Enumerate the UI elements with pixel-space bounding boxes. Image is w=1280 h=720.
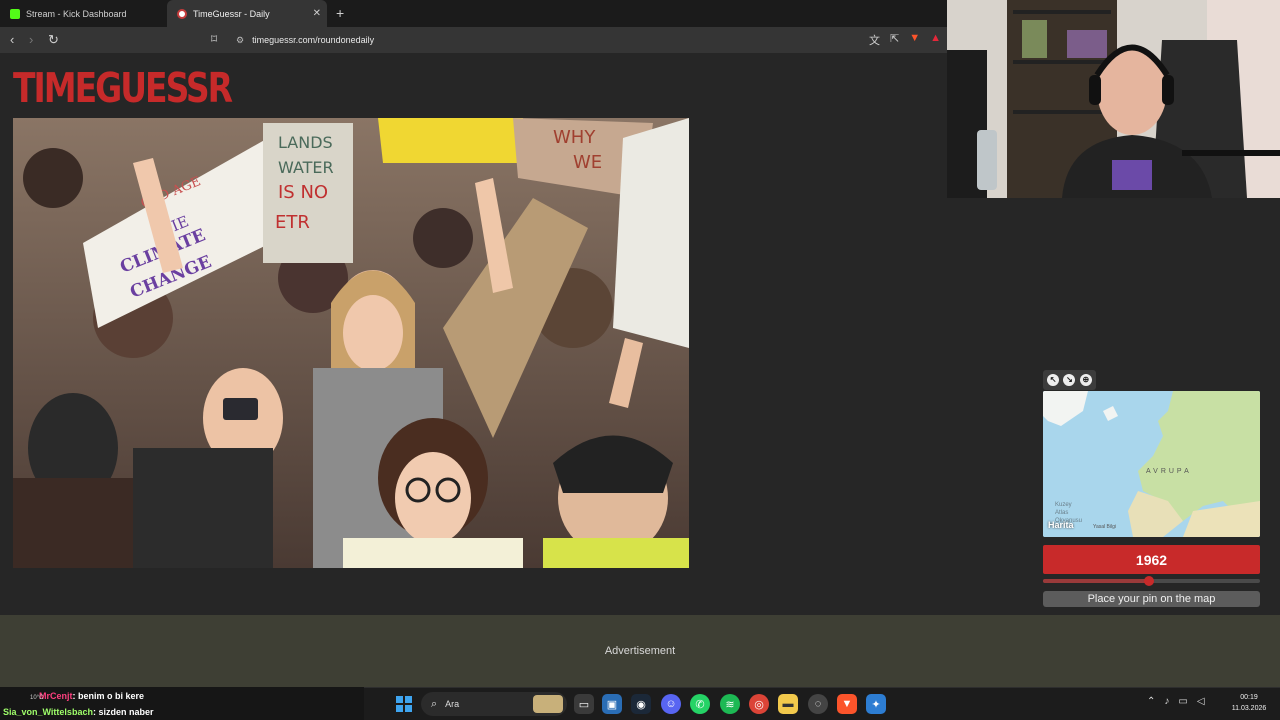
year-slider-fill [1043, 579, 1150, 583]
url-field[interactable]: ⚙ timeguessr.com/roundonedaily [230, 31, 930, 49]
year-slider[interactable] [1043, 576, 1260, 586]
obs-icon[interactable]: ◌ [808, 694, 828, 714]
map-brand-label: Harita [1048, 520, 1074, 530]
map-legal-link[interactable]: Yasal Bilgi [1093, 524, 1116, 530]
discord-icon[interactable]: ☺ [661, 694, 681, 714]
advertisement-label: Advertisement [604, 645, 676, 657]
address-bar: ‹ › ↻ ⌑ ⚙ timeguessr.com/roundonedaily 文… [0, 27, 947, 53]
map-toolbar: ↖ ↘ ⊕ [1043, 370, 1096, 390]
chat-username: Sia_von_Wittelsbach [3, 707, 93, 717]
back-icon[interactable]: ‹ [10, 32, 14, 47]
search-highlight-icon [533, 695, 563, 713]
file-explorer-icon[interactable]: ▬ [778, 694, 798, 714]
tab-label: TimeGuessr - Daily [193, 8, 270, 19]
protest-photo-illustration: OLD AGE DIE CLIMATE CHANGE LANDS WATER I… [13, 118, 689, 568]
clock-date: 11.03.2026 [1231, 705, 1267, 712]
round-photo: OLD AGE DIE CLIMATE CHANGE LANDS WATER I… [13, 118, 689, 568]
tab-kick-dashboard[interactable]: Stream - Kick Dashboard [0, 0, 167, 27]
taskbar-search-placeholder: Ara [445, 699, 460, 709]
brave-rewards-icon[interactable]: ▲ [930, 32, 941, 48]
whatsapp-icon[interactable]: ✆ [690, 694, 710, 714]
taskbar-search[interactable]: ⌕ Ara [421, 692, 567, 716]
sign-text-isno: IS NO [278, 182, 328, 203]
windows-start-icon[interactable] [396, 696, 412, 712]
chat-username: MrCenjt [39, 691, 73, 701]
translate-icon[interactable]: 文 [869, 32, 880, 48]
chevron-up-icon[interactable]: ⌃ [1147, 696, 1155, 707]
timeguessr-logo[interactable]: TIMEGUESSR [13, 63, 233, 112]
system-tray: ⌃ ♪ ▭ ◁ [1147, 696, 1205, 707]
chat-message: Sia_von_Wittelsbach : sizden naber [3, 704, 364, 720]
share-icon[interactable]: ⇱ [890, 32, 899, 48]
webcam-overlay [947, 0, 1280, 198]
display-icon[interactable]: ▭ [1178, 696, 1187, 707]
address-bar-actions: 文 ⇱ ▼ ▲ [869, 32, 941, 48]
shrink-map-icon[interactable]: ↘ [1063, 374, 1076, 386]
map-brand: Harita [1048, 520, 1074, 530]
year-display: 1962 [1043, 545, 1260, 574]
reload-icon[interactable]: ↻ [48, 32, 59, 48]
taskbar-clock[interactable]: 00:19 11.03.2026 [1224, 692, 1274, 714]
brave-shields-icon[interactable]: ▼ [909, 32, 920, 48]
sign-text-lands: LANDS [278, 133, 333, 152]
pin-map-icon[interactable]: ⊕ [1079, 374, 1092, 386]
stream-chat-overlay: MrCenjt : benim o bi kere Sia_von_Wittel… [0, 687, 364, 720]
place-pin-button[interactable]: Place your pin on the map [1043, 591, 1260, 607]
sign-text-water: WATER [278, 158, 334, 177]
chrome-icon[interactable]: ◎ [749, 694, 769, 714]
url-text: timeguessr.com/roundonedaily [252, 35, 375, 45]
page-content: TIMEGUESSR OLD AGE DIE CHANGE LANDS WATE… [0, 53, 947, 615]
forward-icon[interactable]: › [29, 32, 33, 47]
browser-tab-strip: Stream - Kick Dashboard TimeGuessr - Dai… [0, 0, 947, 27]
task-view-icon[interactable]: ▭ [574, 694, 594, 714]
weather-widget[interactable]: 10°C [30, 695, 43, 701]
app-icon[interactable]: ✦ [866, 694, 886, 714]
bookmark-icon[interactable]: ⌑ [211, 32, 217, 46]
store-icon[interactable]: ▣ [602, 694, 622, 714]
chat-text: : benim o bi kere [72, 691, 145, 701]
streamer-webcam-illustration [947, 0, 1280, 198]
clock-time: 00:19 [1240, 694, 1258, 701]
microphone-icon[interactable]: ♪ [1164, 696, 1169, 707]
steam-icon[interactable]: ◉ [631, 694, 651, 714]
timeguessr-icon [177, 8, 187, 19]
spotify-icon[interactable]: ≋ [720, 694, 740, 714]
site-info-icon[interactable]: ⚙ [236, 35, 244, 46]
brave-icon[interactable]: ▼ [837, 694, 857, 714]
sign-text-we: WE [573, 152, 602, 173]
volume-icon[interactable]: ◁ [1197, 696, 1205, 707]
sign-text-etr: ETR [275, 212, 310, 233]
sign-text-why: WHY [553, 127, 596, 148]
tab-label: Stream - Kick Dashboard [26, 8, 127, 19]
expand-map-icon[interactable]: ↖ [1047, 374, 1060, 386]
advertisement-bar: Advertisement [0, 615, 1280, 687]
close-tab-icon[interactable]: ✕ [313, 8, 321, 19]
search-icon: ⌕ [431, 697, 438, 710]
tab-timeguessr[interactable]: TimeGuessr - Daily ✕ [167, 0, 327, 27]
kick-icon [10, 8, 20, 19]
new-tab-icon[interactable]: + [336, 5, 344, 21]
chat-message: MrCenjt : benim o bi kere [3, 688, 364, 704]
chat-text: : sizden naber [92, 707, 154, 717]
map-label-europe: AVRUPA [1146, 468, 1192, 475]
